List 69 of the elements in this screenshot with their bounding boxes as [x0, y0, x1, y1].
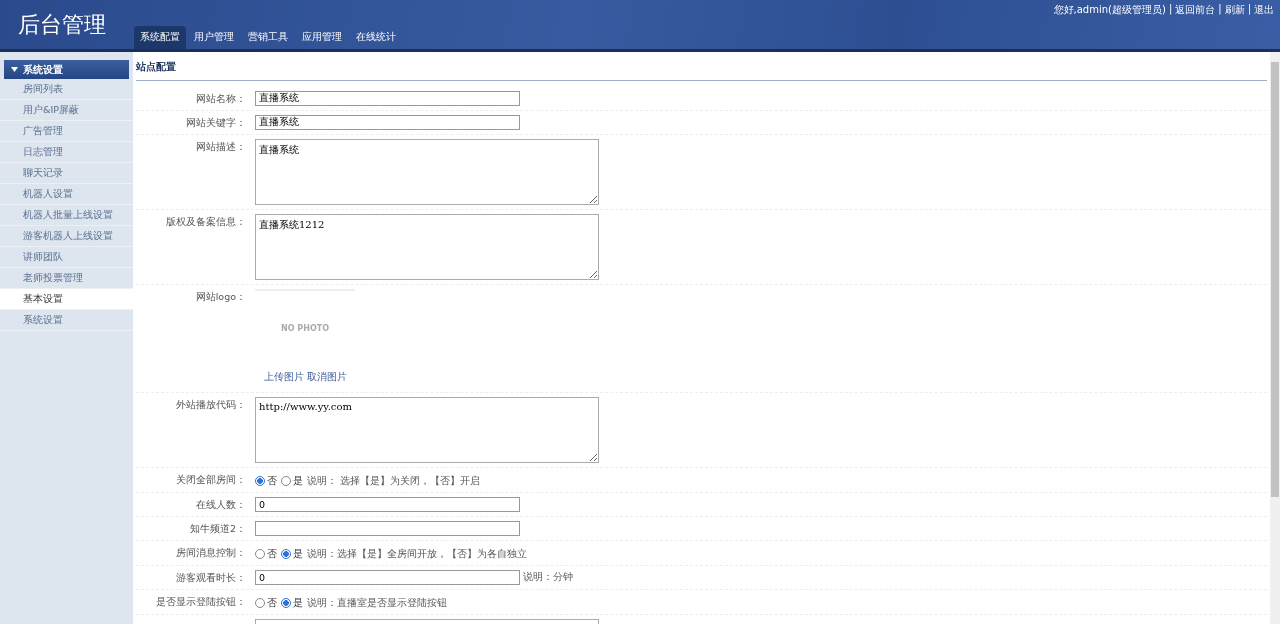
radio-button[interactable]: [255, 598, 265, 608]
radio-button[interactable]: [255, 476, 265, 486]
site-title: 后台管理: [18, 11, 106, 39]
radio-button[interactable]: [281, 549, 291, 559]
nav-tab[interactable]: 在线统计: [350, 26, 402, 49]
header-link[interactable]: 退出: [1254, 3, 1274, 17]
separator-text: |: [1168, 3, 1173, 17]
input-field[interactable]: 直播系统: [255, 115, 520, 130]
radio-label: 是: [293, 474, 303, 488]
field-label: 在线人数：: [196, 499, 246, 510]
sidebar-item[interactable]: 广告管理: [0, 121, 133, 142]
sidebar-item[interactable]: 讲师团队: [0, 247, 133, 268]
panel-title: 站点配置: [136, 54, 1267, 81]
sidebar-item[interactable]: 日志管理: [0, 142, 133, 163]
note-text: 说明： 选择【是】为关闭，【否】开启: [307, 474, 481, 488]
sidebar-item[interactable]: 基本设置: [0, 289, 133, 310]
field-label: 是否显示登陆按钮：: [156, 596, 246, 607]
field-label: 网站描述：: [196, 141, 246, 152]
sidebar-item[interactable]: 聊天记录: [0, 163, 133, 184]
image-link[interactable]: 上传图片: [263, 370, 304, 384]
radio-button[interactable]: [281, 476, 291, 486]
group-label: 系统设置: [23, 62, 63, 77]
text-area[interactable]: 直播系统1212: [255, 214, 599, 280]
sidebar-group-header[interactable]: 系统设置: [4, 60, 129, 79]
nav-tab[interactable]: 用户管理: [188, 26, 240, 49]
radio-label: 否: [267, 474, 277, 488]
caret-icon: [11, 67, 18, 72]
input-field[interactable]: 直播系统: [255, 91, 520, 106]
field-label: 外站播放代码：: [176, 399, 246, 410]
text-area[interactable]: 直播系统: [255, 139, 599, 205]
field-label: 网站logo：: [195, 291, 246, 302]
nav-tab[interactable]: 应用管理: [296, 26, 348, 49]
field-label: 知牛频道2：: [189, 523, 246, 534]
field-label: 网站名称：: [196, 93, 246, 104]
header-link[interactable]: 刷新: [1224, 3, 1245, 17]
field-label: 房间消息控制：: [176, 547, 246, 558]
input-field[interactable]: 0: [255, 570, 520, 585]
separator-text: |: [1247, 3, 1251, 17]
text-area[interactable]: http://www.yy.com: [255, 397, 599, 463]
radio-label: 否: [267, 596, 277, 610]
field-label: 网站关键字：: [186, 117, 246, 128]
note-text: 说明：分钟: [523, 571, 573, 584]
sidebar-item[interactable]: 游客机器人上线设置: [0, 226, 133, 247]
input-field[interactable]: [255, 521, 520, 536]
input-field[interactable]: 0: [255, 497, 520, 512]
separator-text: |: [1218, 3, 1222, 17]
field-label: 游客观看时长：: [176, 572, 246, 583]
scrollbar-thumb[interactable]: [1271, 62, 1279, 497]
scrollbar[interactable]: [1270, 52, 1280, 624]
radio-label: 否: [267, 547, 277, 561]
radio-button[interactable]: [255, 549, 265, 559]
image-link[interactable]: 取消图片: [306, 370, 347, 384]
note-text: 说明：直播室是否显示登陆按钮: [307, 596, 447, 610]
photo-text: NO PHOTO: [281, 324, 329, 333]
note-text: 说明：选择【是】全房间开放，【否】为各自独立: [307, 547, 527, 561]
field-label: 版权及备案信息：: [166, 216, 246, 227]
sidebar-item[interactable]: 用户&IP屏蔽: [0, 100, 133, 121]
radio-label: 是: [293, 596, 303, 610]
header-link[interactable]: 返回前台: [1175, 3, 1216, 17]
nav-tab[interactable]: 营销工具: [242, 26, 294, 49]
sidebar-item[interactable]: 机器人设置: [0, 184, 133, 205]
nav-tab[interactable]: 系统配置: [134, 26, 186, 49]
sidebar-item[interactable]: 房间列表: [0, 79, 133, 100]
field-label: 关闭全部房间：: [176, 474, 246, 485]
radio-label: 是: [293, 547, 303, 561]
greeting-text: 您好,admin(超级管理员): [1053, 3, 1166, 17]
sidebar-item[interactable]: 系统设置: [0, 310, 133, 331]
sidebar-item[interactable]: 机器人批量上线设置: [0, 205, 133, 226]
radio-button[interactable]: [281, 598, 291, 608]
